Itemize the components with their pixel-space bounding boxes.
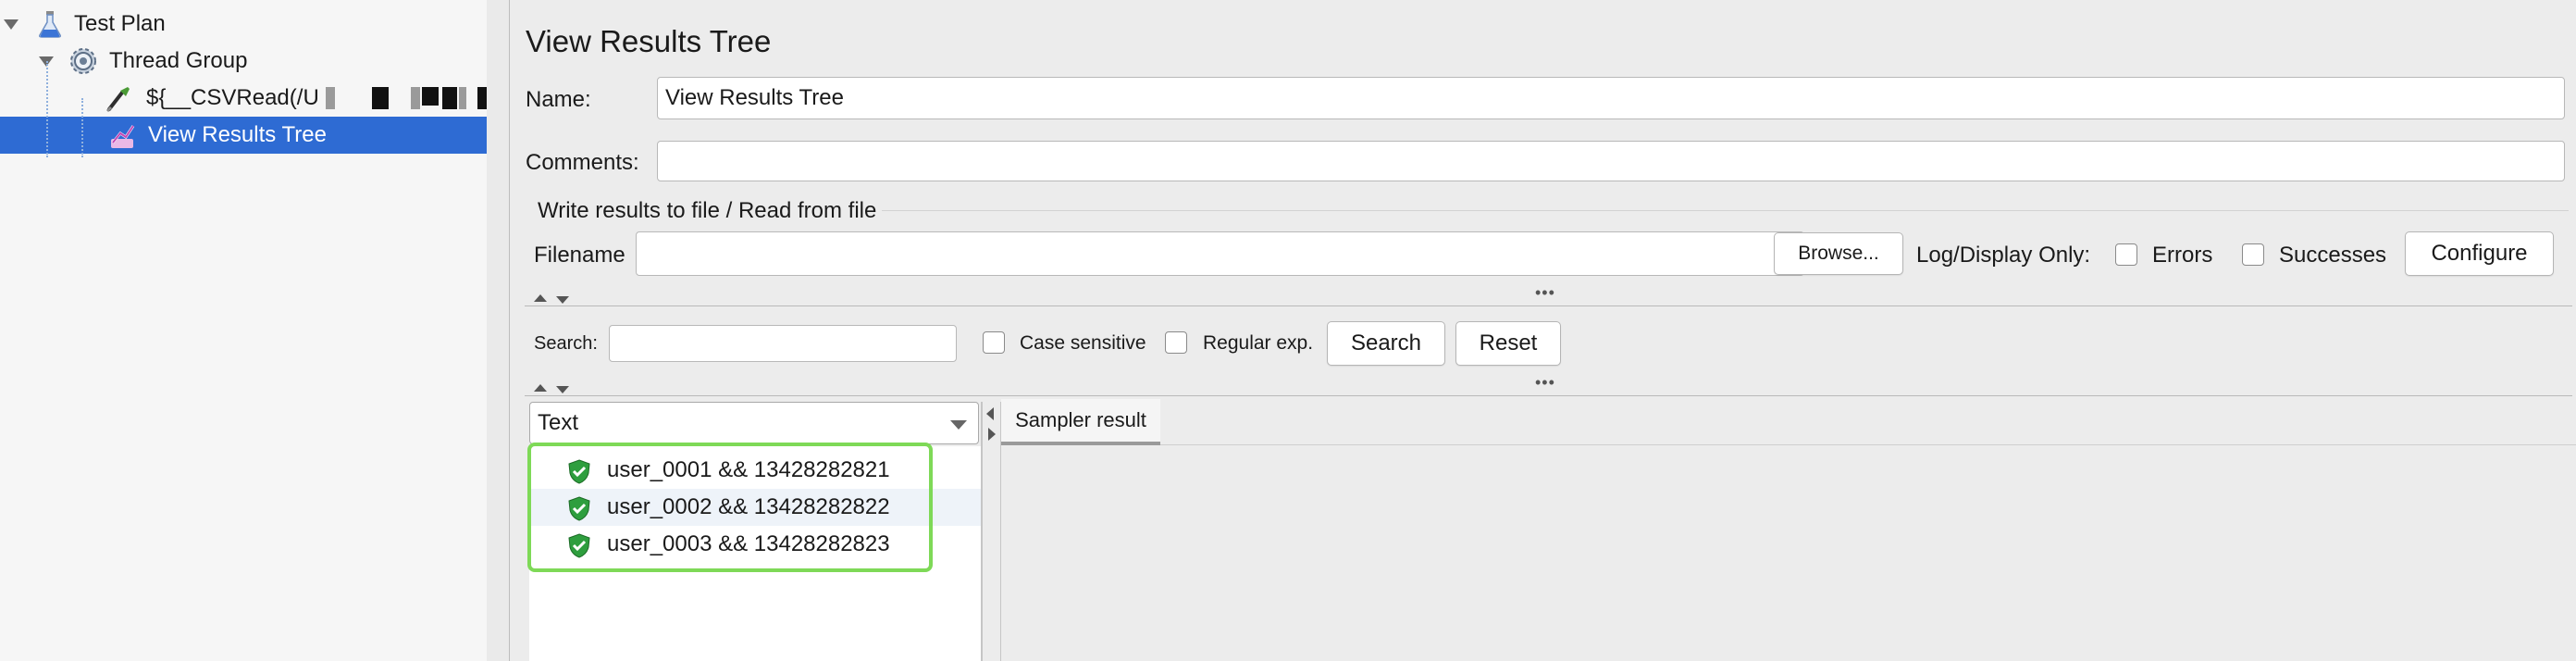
results-split-divider[interactable] [981, 402, 983, 661]
tree-item-view-results-tree[interactable]: View Results Tree [0, 117, 487, 154]
case-sensitive-label: Case sensitive [1020, 332, 1146, 354]
tree-scrollbar[interactable] [487, 0, 510, 661]
successes-checkbox[interactable] [2242, 243, 2264, 266]
collapse-right-icon[interactable] [988, 428, 996, 441]
tab-strip-line [1160, 444, 2576, 445]
gear-icon [70, 48, 96, 74]
reset-button[interactable]: Reset [1455, 321, 1561, 366]
redaction-block [442, 87, 457, 109]
splitter-grip-icon[interactable]: ••• [1535, 283, 1555, 303]
errors-label: Errors [2152, 243, 2213, 268]
flask-icon [39, 11, 61, 38]
regular-exp-checkbox[interactable] [1165, 331, 1187, 354]
filename-field[interactable] [636, 231, 1804, 276]
split-pane-divider[interactable] [525, 395, 2572, 396]
configure-button[interactable]: Configure [2405, 231, 2554, 276]
section-divider [649, 210, 2569, 211]
chevron-down-icon [950, 420, 967, 430]
tree-item-label: Test Plan [74, 11, 166, 36]
test-plan-tree[interactable]: Test Plan Thread Group ${__CSVRead(/U Vi… [0, 0, 488, 661]
redaction-block [422, 87, 439, 106]
collapse-up-icon[interactable] [534, 384, 547, 392]
search-button[interactable]: Search [1327, 321, 1445, 366]
view-results-tree-panel: View Results Tree Name: View Results Tre… [510, 0, 2576, 661]
redaction-block [411, 87, 420, 109]
tree-item-thread-group[interactable]: Thread Group [0, 43, 487, 80]
redaction-block [326, 87, 335, 109]
comments-label: Comments: [526, 150, 639, 175]
tree-connector [81, 98, 83, 157]
file-section-title: Write results to file / Read from file [538, 198, 883, 224]
browse-button[interactable]: Browse... [1774, 232, 1903, 275]
tree-connector [46, 61, 48, 157]
case-sensitive-checkbox[interactable] [983, 331, 1005, 354]
search-input[interactable] [609, 325, 957, 362]
expand-toggle-icon[interactable] [4, 19, 19, 30]
tree-item-label: View Results Tree [148, 122, 327, 147]
tab-sampler-result[interactable]: Sampler result [1001, 399, 1160, 445]
errors-checkbox[interactable] [2115, 243, 2137, 266]
name-label: Name: [526, 87, 591, 112]
results-tree-icon [111, 125, 135, 148]
renderer-select[interactable]: Text [529, 402, 979, 444]
collapse-down-icon[interactable] [556, 386, 569, 393]
sampler-icon [105, 87, 130, 113]
comments-field[interactable] [657, 141, 2565, 181]
highlight-box [527, 443, 933, 572]
tab-label: Sampler result [1015, 408, 1146, 431]
renderer-select-value: Text [538, 410, 579, 435]
name-field[interactable]: View Results Tree [657, 77, 2565, 119]
redaction-block [459, 87, 466, 109]
redaction-block [372, 87, 389, 109]
log-display-label: Log/Display Only: [1916, 243, 2091, 268]
tree-item-csvread-sampler[interactable]: ${__CSVRead(/U [0, 80, 487, 117]
redaction-block [477, 87, 487, 109]
search-label: Search: [534, 333, 598, 354]
collapse-down-icon[interactable] [556, 296, 569, 304]
regular-exp-label: Regular exp. [1203, 332, 1314, 354]
tree-item-test-plan[interactable]: Test Plan [0, 6, 487, 43]
tree-item-label: Thread Group [109, 48, 248, 73]
collapse-left-icon[interactable] [986, 407, 994, 420]
tree-item-label: ${__CSVRead(/U [146, 85, 319, 110]
filename-label: Filename [534, 243, 625, 268]
page-title: View Results Tree [526, 24, 772, 58]
successes-label: Successes [2279, 243, 2387, 268]
splitter-grip-icon[interactable]: ••• [1535, 373, 1555, 393]
collapse-up-icon[interactable] [534, 294, 547, 302]
